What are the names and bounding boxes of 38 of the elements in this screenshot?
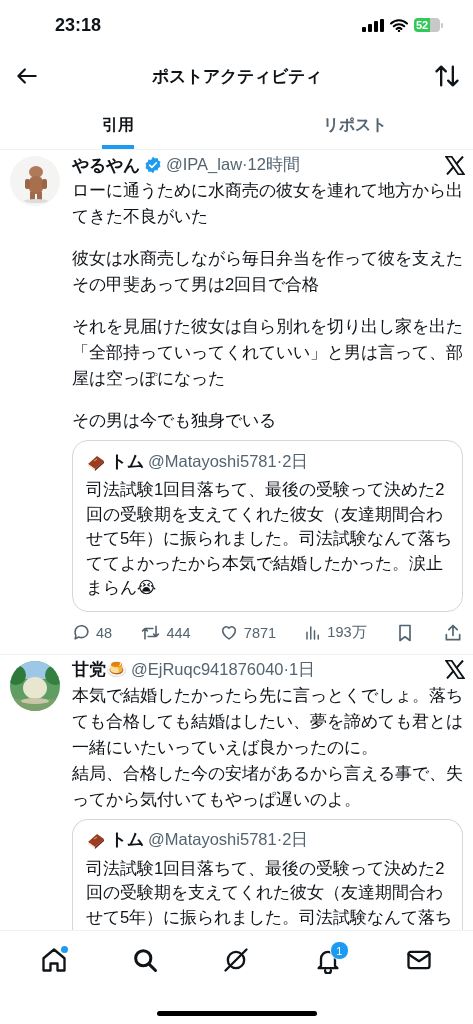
tab[interactable]: リポスト bbox=[322, 102, 387, 149]
tab[interactable]: 引用 bbox=[102, 102, 135, 149]
reply-button[interactable]: 48 bbox=[72, 623, 113, 642]
post-text: ローに通うために水商売の彼女を連れて地方から出てきた不良がいた bbox=[72, 180, 463, 228]
post-text: 結局、合格した今の安堵があるから言える事で、失ってから気付いてもやっぱ遅いのよ。 bbox=[72, 762, 463, 811]
repost-icon bbox=[140, 623, 162, 642]
signal-icon bbox=[362, 18, 384, 32]
author-name: トム bbox=[110, 829, 144, 850]
quoted-post[interactable]: トム @Matayoshi5781·2日 司法試験1回目落ちて、最後の受験って決めた2回の受験期を支えてくれた彼女（友達期間合わせて5年）に振られました。司法試験なんて落ちててよかったから本気で結婚したかった。涙止まらん😭 bbox=[72, 440, 463, 612]
x-icon[interactable] bbox=[445, 155, 465, 175]
author-name: トム bbox=[110, 450, 144, 472]
author-name[interactable]: やるやん bbox=[72, 153, 140, 177]
post-text: 司法試験1回目落ちて、最後の受験って決めた2回の受験期を支えてくれた彼女（友達期間合わせて5年）に振られました。司法試験なんて落ち bbox=[86, 857, 454, 929]
post-text: その甲斐あって男は2回目で合格 bbox=[72, 274, 321, 296]
share-button[interactable] bbox=[443, 622, 463, 643]
wifi-icon bbox=[390, 18, 408, 32]
repost-button[interactable]: 444 bbox=[140, 623, 191, 642]
views-button[interactable]: 193万 bbox=[304, 623, 367, 642]
post-text: 本気で結婚したかったら先に言っとくでしょ。落ちても合格しても結婚はしたい、夢を諦めても君とは一緒にいたいっていえば良かったのに。 bbox=[72, 684, 463, 759]
speech-bubble-icon bbox=[72, 623, 91, 642]
post-meta: @Matayoshi5781·2日 bbox=[148, 829, 309, 850]
page-title: ポストアクティビティ bbox=[151, 65, 322, 88]
post-meta: @Matayoshi5781·2日 bbox=[148, 450, 309, 472]
post-meta: @IPA_law·12時間 bbox=[166, 154, 300, 175]
post-meta: @EjRuqc941876040·1日 bbox=[131, 658, 316, 680]
post-text: 司法試験1回目落ちて、最後の受験って決めた2回の受験期を支えてくれた彼女（友達期間合わせて5年）に振られました。司法試験なんて落ちててよかったから本気で結婚したかった。涙止まらん😭 bbox=[86, 479, 454, 599]
post-text: 「全部持っていってくれていい」と男は言って、部屋は空っぽになった bbox=[72, 342, 463, 390]
post-text: その男は今でも独身でいる bbox=[72, 410, 277, 432]
battery-icon: 52 bbox=[414, 18, 443, 32]
x-icon[interactable] bbox=[445, 660, 465, 679]
quoted-post[interactable]: トム @Matayoshi5781·2日 司法試験1回目落ちて、最後の受験って決めた2回の受験期を支えてくれた彼女（友達期間合わせて5年）に振られました。司法試験なんて落ち bbox=[72, 818, 463, 930]
status-time: 23:18 bbox=[55, 14, 102, 36]
post-text: 彼女は水商売しながら毎日弁当を作って彼を支えた bbox=[72, 248, 463, 270]
verified-badge-icon bbox=[144, 156, 162, 174]
author-name[interactable]: 甘党🍮 bbox=[72, 658, 127, 681]
post-text: それを見届けた彼女は自ら別れを切り出し家を出た bbox=[72, 316, 463, 338]
like-button[interactable]: 7871 bbox=[218, 623, 277, 642]
notification-count: 1 bbox=[329, 941, 349, 960]
